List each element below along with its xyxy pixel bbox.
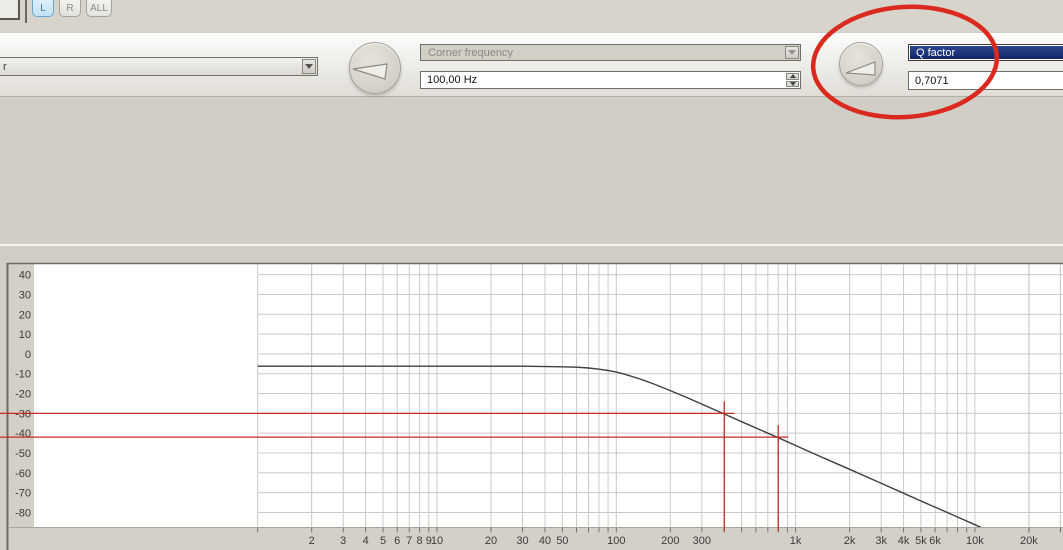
corner-frequency-value-field[interactable]: 100,00 Hz xyxy=(420,71,801,89)
dialog-body-spacer xyxy=(0,98,1063,263)
x-tick-label: 7 xyxy=(406,535,412,547)
chevron-down-icon[interactable] xyxy=(785,46,799,59)
x-tick-label: 20 xyxy=(485,535,497,547)
x-tick-label: 4k xyxy=(898,535,910,547)
x-tick-label: 200 xyxy=(661,535,679,547)
parameter-control-band: r Corner frequency 100,00 Hz Q factor 0,… xyxy=(0,33,1063,97)
corner-frequency-knob[interactable] xyxy=(349,42,401,94)
x-tick-label: 3k xyxy=(875,535,887,547)
q-factor-value-field[interactable]: 0,7071 xyxy=(908,71,1063,90)
y-tick-label: -20 xyxy=(15,389,31,401)
spinner-down-icon[interactable] xyxy=(786,80,799,87)
value-spinner xyxy=(786,73,799,87)
corner-frequency-label: Corner frequency xyxy=(428,46,513,59)
y-tick-label: -10 xyxy=(15,369,31,381)
section-separator xyxy=(0,244,1063,246)
spinner-up-icon[interactable] xyxy=(786,73,799,80)
y-tick-label: -40 xyxy=(15,428,31,440)
grid xyxy=(257,264,1063,527)
y-tick-label: -60 xyxy=(15,468,31,480)
x-tick-label: 10 xyxy=(431,535,443,547)
x-tick-label: 6k xyxy=(929,535,941,547)
y-tick-label: 0 xyxy=(25,349,31,361)
response-curve xyxy=(257,365,982,527)
x-tick-label: 1k xyxy=(790,535,802,547)
x-tick-label: 20k xyxy=(1020,535,1038,547)
x-tick-label: 2k xyxy=(844,535,856,547)
cropped-control-box xyxy=(0,0,20,20)
x-tick-label: 3 xyxy=(340,535,346,547)
plot-area xyxy=(34,264,1063,527)
x-tick-label: 40 xyxy=(539,535,551,547)
x-tick-label: 2 xyxy=(309,535,315,547)
corner-frequency-param-dropdown[interactable]: Corner frequency xyxy=(420,44,801,61)
y-tick-label: 10 xyxy=(19,329,31,341)
filter-type-dropdown-text: r xyxy=(3,60,7,73)
q-factor-selection-highlight: Q factor xyxy=(910,46,1063,59)
y-tick-label: 40 xyxy=(19,270,31,282)
x-tick-label: 6 xyxy=(394,535,400,547)
corner-frequency-value: 100,00 Hz xyxy=(427,74,478,86)
x-tick-label: 9 xyxy=(426,535,432,547)
channel-right-button[interactable]: R xyxy=(59,0,81,17)
q-factor-knob[interactable] xyxy=(839,42,883,86)
channel-all-button[interactable]: ALL xyxy=(86,0,112,17)
chevron-down-icon[interactable] xyxy=(302,59,316,74)
y-tick-label: 20 xyxy=(19,309,31,321)
y-tick-label: -50 xyxy=(15,448,31,460)
y-tick-label: -80 xyxy=(15,507,31,519)
toolbar-divider xyxy=(25,0,27,23)
x-tick-label: 4 xyxy=(363,535,369,547)
y-tick-label: -70 xyxy=(15,488,31,500)
filter-type-dropdown[interactable]: r xyxy=(0,57,318,76)
x-tick-label: 30 xyxy=(516,535,528,547)
x-tick-label: 5k xyxy=(915,535,927,547)
y-tick-label: -30 xyxy=(15,408,31,420)
x-tick-label: 100 xyxy=(607,535,625,547)
chart-panel-bg xyxy=(8,263,1063,550)
x-tick-label: 50 xyxy=(556,535,568,547)
x-tick-label: 8 xyxy=(417,535,423,547)
x-tick-label: 300 xyxy=(693,535,711,547)
x-tick-label: 5 xyxy=(380,535,386,547)
y-tick-label: 30 xyxy=(19,289,31,301)
top-toolbar: L R ALL xyxy=(0,0,1063,32)
channel-left-button[interactable]: L xyxy=(32,0,54,17)
q-factor-label: Q factor xyxy=(916,46,956,59)
filter-dialog: L R ALL r Corner frequency 100,00 Hz Q f… xyxy=(0,0,1063,550)
knob-pointer-icon xyxy=(845,61,876,76)
q-factor-value: 0,7071 xyxy=(915,74,949,87)
x-tick-label: 10k xyxy=(966,535,984,547)
q-factor-param-dropdown[interactable]: Q factor xyxy=(908,44,1063,61)
knob-pointer-icon xyxy=(352,63,388,80)
